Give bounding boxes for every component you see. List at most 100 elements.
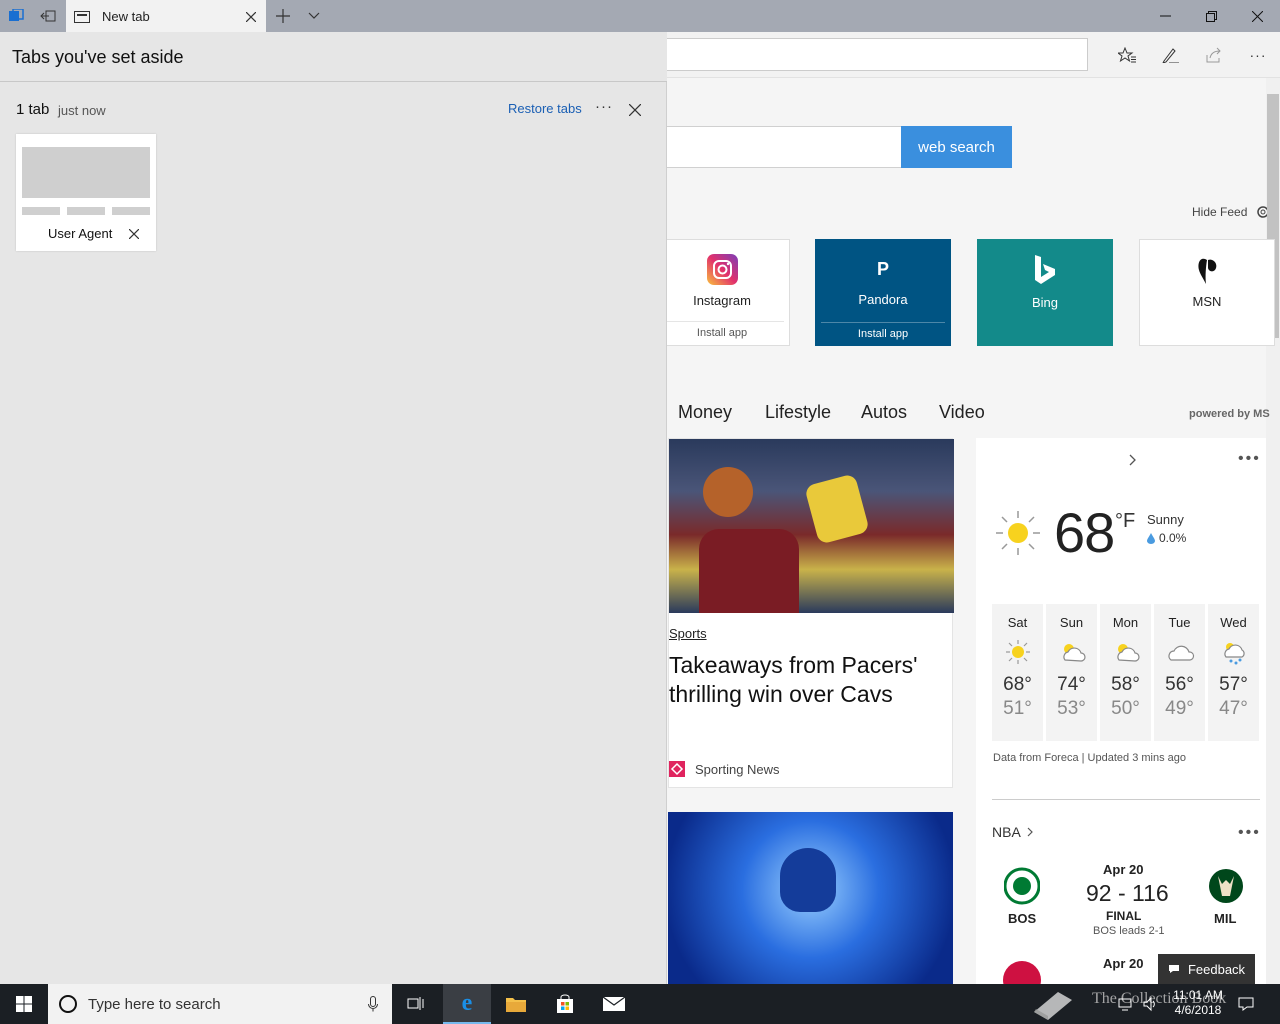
bing-icon (1035, 255, 1055, 284)
feedback-button[interactable]: Feedback (1158, 954, 1255, 984)
forecast-day: Wed 57° 47° (1208, 604, 1259, 741)
forecast-low: 53° (1057, 698, 1086, 719)
tab-group-count: 1 tab (16, 101, 50, 118)
task-view-button[interactable] (396, 984, 436, 1024)
install-app-link[interactable]: Install app (821, 322, 945, 346)
headline-line-2: thrilling win over Cavs (669, 681, 893, 707)
top-site-msn[interactable]: MSN (1139, 239, 1275, 346)
close-window-button[interactable] (1234, 0, 1280, 32)
thumbnail-label: User Agent (48, 226, 113, 241)
feedback-icon (1168, 965, 1179, 973)
web-search-button[interactable]: web search (901, 126, 1012, 168)
article-headline[interactable]: Takeaways from Pacers' thrilling win ove… (669, 651, 918, 709)
search-placeholder: Type here to search (88, 995, 221, 1013)
instagram-icon (706, 254, 738, 285)
bucks-logo-icon (1209, 869, 1243, 903)
nav-lifestyle[interactable]: Lifestyle (765, 402, 831, 423)
restore-button[interactable] (1188, 0, 1234, 32)
start-button[interactable] (0, 984, 48, 1024)
web-search-input[interactable] (660, 126, 902, 168)
forecast-day: Sun 74° 53° (1046, 604, 1097, 741)
divider (992, 799, 1260, 800)
new-tab-button[interactable] (270, 0, 296, 32)
top-site-bing[interactable]: Bing (977, 239, 1113, 346)
article-image-2 (668, 812, 953, 984)
minimize-button[interactable] (1142, 0, 1188, 32)
edge-icon: e (461, 989, 473, 1016)
more-options-icon[interactable]: ••• (1238, 450, 1261, 468)
forecast-day: Tue 56° 49° (1154, 604, 1205, 741)
mail-icon (602, 996, 626, 1011)
web-note-button[interactable] (1155, 40, 1185, 70)
current-temp: 68 (1054, 501, 1115, 564)
remove-group-icon[interactable] (629, 104, 641, 116)
nav-autos[interactable]: Autos (861, 402, 907, 423)
forecast-day: Mon 58° 50° (1100, 604, 1151, 741)
taskbar-search-box[interactable]: Type here to search (48, 984, 392, 1024)
nav-money[interactable]: Money (678, 402, 732, 423)
group-more-icon[interactable]: ··· (595, 98, 613, 115)
panel-title: Tabs you've set aside (12, 47, 184, 67)
forecast-high: 68° (1003, 674, 1032, 695)
page-icon (74, 10, 90, 23)
chevron-right-icon (1027, 827, 1033, 837)
close-tab-icon[interactable] (246, 11, 256, 22)
edge-taskbar-button[interactable]: e (443, 984, 491, 1024)
share-icon (1206, 47, 1221, 63)
network-icon[interactable] (1118, 996, 1134, 1012)
clock-date: 4/6/2018 (1174, 1003, 1222, 1017)
tabs-aside-button[interactable] (0, 0, 32, 32)
favorites-button[interactable] (1112, 40, 1142, 70)
article-category[interactable]: Sports (669, 626, 707, 641)
news-card[interactable]: Sports Takeaways from Pacers' thrilling … (668, 438, 954, 788)
clock[interactable]: 11:01 AM 4/6/2018 (1170, 988, 1226, 1018)
sun-icon (996, 511, 1040, 555)
forecast-day: Sat 68° 51° (992, 604, 1043, 741)
microphone-icon[interactable] (368, 996, 378, 1012)
more-menu-icon[interactable]: ··· (1243, 40, 1273, 70)
tab-group-time: just now (58, 103, 106, 118)
show-desktop-button[interactable] (1266, 984, 1280, 1024)
more-options-icon[interactable]: ••• (1238, 824, 1261, 842)
hide-feed-label: Hide Feed (1192, 205, 1248, 219)
nav-video[interactable]: Video (939, 402, 985, 423)
chevron-right-icon[interactable] (1128, 454, 1138, 466)
top-site-instagram[interactable]: Instagram Install app (654, 239, 790, 346)
mail-button[interactable] (590, 984, 638, 1024)
volume-icon[interactable] (1142, 996, 1158, 1012)
chevron-down-icon (308, 12, 320, 19)
gear-icon[interactable] (1253, 204, 1268, 220)
plus-icon (276, 9, 290, 23)
weather-condition: Sunny (1147, 512, 1184, 527)
restore-tabs-link[interactable]: Restore tabs (508, 101, 582, 116)
pandora-icon: P (876, 259, 889, 279)
store-button[interactable] (541, 984, 589, 1024)
top-site-pandora[interactable]: P Pandora Install app (815, 239, 951, 346)
powered-by-label: powered by MS (1189, 408, 1270, 420)
game-score: 92 - 116 (1086, 880, 1169, 906)
share-button[interactable] (1199, 40, 1229, 70)
folder-icon (506, 998, 526, 1012)
precip-value: 0.0% (1159, 531, 1187, 545)
windows-logo-icon (16, 996, 32, 1012)
news-card-2[interactable] (668, 812, 953, 984)
tile-name: Instagram (693, 293, 751, 308)
forecast-high: 56° (1165, 674, 1194, 695)
forecast-low: 50° (1111, 698, 1140, 719)
tile-name: Pandora (858, 292, 908, 307)
hide-feed-link[interactable]: Hide Feed (1192, 204, 1268, 220)
partly-cloudy-icon (1062, 644, 1086, 662)
install-app-link[interactable]: Install app (660, 321, 784, 345)
set-tabs-aside-button[interactable] (32, 0, 64, 32)
raptors-logo-icon (1003, 961, 1041, 984)
set-aside-tab-thumbnail[interactable]: User Agent (16, 134, 156, 251)
file-explorer-button[interactable] (492, 984, 540, 1024)
home-team: BOS (1008, 911, 1037, 926)
task-view-icon (407, 997, 424, 1010)
tab-preview-button[interactable] (302, 0, 326, 32)
remove-tab-icon[interactable] (129, 229, 139, 239)
nba-header[interactable]: NBA (992, 824, 1033, 840)
tab-new-tab[interactable]: New tab (66, 0, 266, 33)
address-bar[interactable] (660, 38, 1088, 71)
action-center-icon[interactable] (1238, 996, 1254, 1012)
